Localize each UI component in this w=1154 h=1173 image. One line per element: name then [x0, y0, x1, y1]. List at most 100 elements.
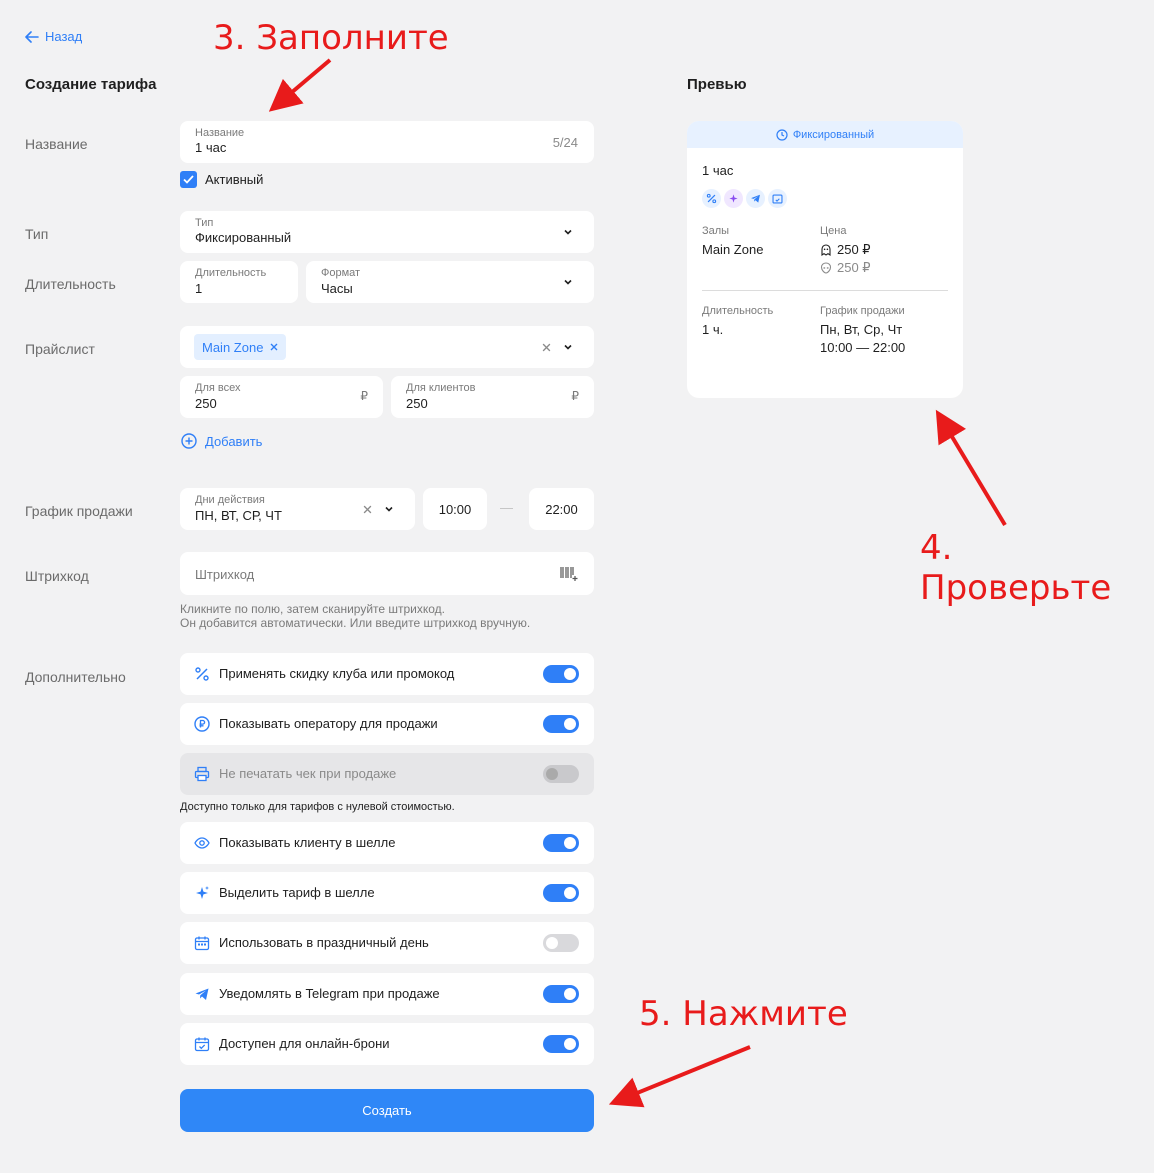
- option-label: Выделить тариф в шелле: [219, 885, 375, 900]
- price-all-input[interactable]: Для всех 250 ₽: [180, 376, 383, 418]
- toggle-switch[interactable]: [543, 665, 579, 683]
- calendar-icon: [194, 936, 210, 951]
- time-from-input[interactable]: 10:00: [423, 488, 487, 530]
- preview-duration-label: Длительность: [702, 305, 774, 317]
- telegram-icon: [195, 988, 209, 1000]
- pricelist-tag-label: Main Zone: [202, 339, 264, 355]
- toggle-switch[interactable]: [543, 715, 579, 733]
- type-select[interactable]: Тип Фиксированный: [180, 211, 594, 253]
- name-field[interactable]: Название 1 час 5/24: [180, 121, 594, 163]
- clear-icon[interactable]: [363, 505, 372, 514]
- preview-badge-label: Фиксированный: [792, 128, 875, 141]
- pricelist-tag[interactable]: Main Zone: [194, 334, 287, 360]
- time-separator: —: [500, 500, 513, 515]
- label-barcode: Штрихкод: [25, 568, 89, 584]
- price-clients-label: Для клиентов: [406, 382, 476, 394]
- active-checkbox-label: Активный: [205, 172, 264, 187]
- time-to-input[interactable]: 22:00: [529, 488, 594, 530]
- percent-icon: [702, 189, 721, 208]
- annotation-step4: 4. Проверьте: [920, 528, 1112, 608]
- chevron-down-icon: [564, 229, 572, 235]
- option-holiday[interactable]: Использовать в праздничный день: [180, 922, 594, 964]
- calendar-check-icon: [768, 189, 787, 208]
- printer-icon: [194, 766, 210, 782]
- option-label: Доступен для онлайн-брони: [219, 1036, 390, 1051]
- preview-name: 1 час: [702, 163, 734, 178]
- page-title: Создание тарифа: [25, 76, 157, 93]
- option-label: Не печатать чек при продаже: [219, 766, 397, 781]
- telegram-icon: [746, 189, 765, 208]
- add-price-label: Добавить: [205, 433, 263, 449]
- option-telegram[interactable]: Уведомлять в Telegram при продаже: [180, 973, 594, 1015]
- preview-title: Превью: [687, 76, 747, 93]
- option-label: Уведомлять в Telegram при продаже: [219, 986, 440, 1001]
- ghost-icon: [821, 244, 831, 256]
- chevron-down-icon[interactable]: [384, 504, 394, 514]
- option-label: Применять скидку клуба или промокод: [219, 666, 455, 681]
- type-select-label: Тип: [195, 217, 214, 229]
- plus-circle-icon: [181, 433, 197, 449]
- arrow-left-icon: [25, 30, 39, 43]
- option-label: Показывать клиенту в шелле: [219, 835, 396, 850]
- create-button[interactable]: Создать: [180, 1089, 594, 1132]
- sparkle-icon: [196, 886, 209, 899]
- duration-input-label: Длительность: [195, 267, 267, 279]
- preview-badge: Фиксированный: [687, 121, 963, 148]
- alien-icon: [820, 262, 832, 274]
- add-price-button[interactable]: Добавить: [181, 433, 262, 449]
- preview-price-clients-value: 250 ₽: [837, 260, 871, 275]
- close-icon[interactable]: [270, 343, 278, 351]
- toggle-switch: [543, 765, 579, 783]
- label-type: Тип: [25, 226, 49, 242]
- sparkle-icon: [724, 189, 743, 208]
- annotation-step5: 5. Нажмите: [639, 994, 848, 1034]
- preview-schedule-label: График продажи: [820, 305, 905, 317]
- format-select-value: Часы: [321, 281, 353, 296]
- pricelist-select[interactable]: Main Zone: [180, 326, 594, 368]
- checkbox-check-icon: [180, 171, 197, 188]
- barcode-input[interactable]: Штрихкод: [180, 552, 594, 595]
- barcode-icon: [560, 567, 578, 581]
- name-field-label: Название: [195, 127, 245, 139]
- option-show-client[interactable]: Показывать клиенту в шелле: [180, 822, 594, 864]
- label-schedule: График продажи: [25, 503, 133, 519]
- toggle-switch[interactable]: [543, 884, 579, 902]
- back-label: Назад: [45, 29, 83, 44]
- option-online-booking[interactable]: Доступен для онлайн-брони: [180, 1023, 594, 1065]
- active-checkbox[interactable]: Активный: [180, 171, 263, 188]
- toggle-switch[interactable]: [543, 1035, 579, 1053]
- chevron-down-icon[interactable]: [563, 342, 573, 352]
- days-select[interactable]: Дни действия ПН, ВТ, СР, ЧТ: [180, 488, 415, 530]
- arrow-step3: [268, 58, 332, 112]
- label-name: Название: [25, 136, 88, 152]
- preview-duration-value: 1 ч.: [702, 322, 724, 337]
- format-select[interactable]: Формат Часы: [306, 261, 594, 303]
- label-extra: Дополнительно: [25, 669, 126, 685]
- format-select-label: Формат: [321, 267, 361, 279]
- preview-halls-label: Залы: [702, 225, 730, 237]
- clear-icon[interactable]: [542, 343, 551, 352]
- option-show-operator[interactable]: Показывать оператору для продажи: [180, 703, 594, 745]
- price-clients-input[interactable]: Для клиентов 250 ₽: [391, 376, 594, 418]
- toggle-switch[interactable]: [543, 834, 579, 852]
- duration-input[interactable]: Длительность 1: [180, 261, 298, 303]
- option-club-discount[interactable]: Применять скидку клуба или промокод: [180, 653, 594, 695]
- preview-price-all-value: 250 ₽: [837, 242, 871, 257]
- ruble-icon: ₽: [571, 389, 579, 403]
- duration-input-value: 1: [195, 281, 203, 296]
- barcode-placeholder: Штрихкод: [195, 567, 255, 582]
- back-link[interactable]: Назад: [25, 29, 82, 44]
- label-pricelist: Прайслист: [25, 341, 95, 357]
- calendar-check-icon: [194, 1037, 210, 1052]
- disabled-note: Доступно только для тарифов с нулевой ст…: [180, 801, 455, 813]
- days-select-label: Дни действия: [195, 494, 265, 506]
- option-no-receipt: Не печатать чек при продаже: [180, 753, 594, 795]
- chevron-down-icon: [564, 279, 572, 285]
- type-select-value: Фиксированный: [195, 230, 292, 245]
- annotation-step3: 3. Заполните: [213, 18, 449, 58]
- toggle-switch[interactable]: [543, 934, 579, 952]
- arrow-step5: [608, 1045, 751, 1108]
- option-highlight[interactable]: Выделить тариф в шелле: [180, 872, 594, 914]
- toggle-switch[interactable]: [543, 985, 579, 1003]
- name-field-value: 1 час: [195, 140, 227, 155]
